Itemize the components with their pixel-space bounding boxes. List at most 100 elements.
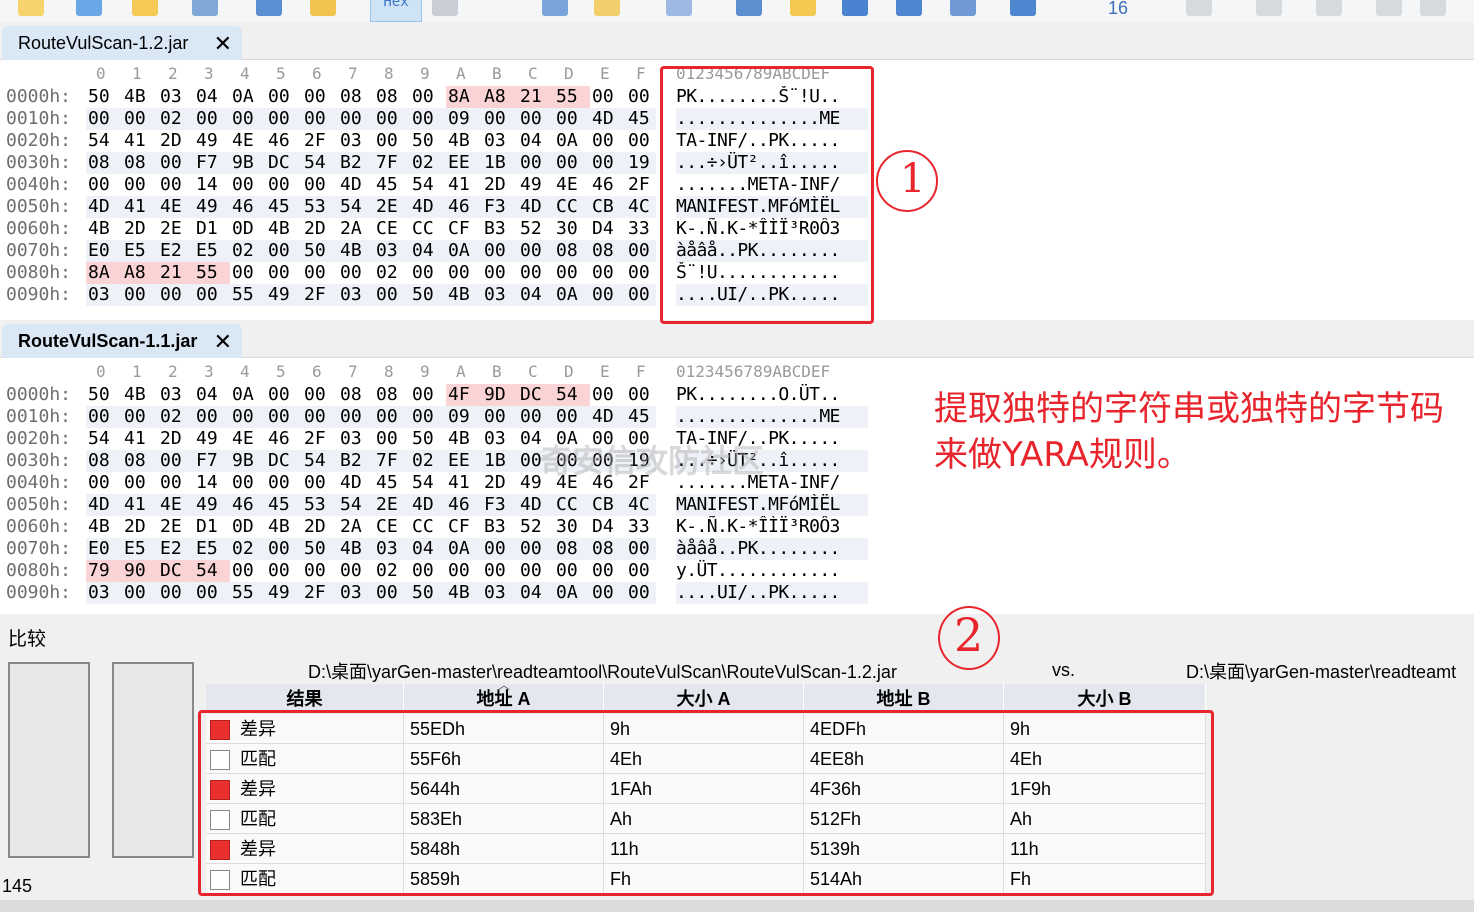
hex-byte[interactable]: 00 — [518, 560, 554, 582]
search-icon[interactable] — [18, 0, 44, 16]
hex-byte[interactable]: DC — [266, 152, 302, 174]
column-header-address-b[interactable]: 地址 B — [804, 684, 1004, 712]
toolbar-icon-c[interactable] — [1316, 0, 1342, 16]
hex-byte[interactable]: 00 — [266, 384, 302, 406]
hex-byte[interactable]: 04 — [410, 538, 446, 560]
hex-byte[interactable]: 46 — [446, 494, 482, 516]
hex-byte[interactable]: 04 — [518, 130, 554, 152]
hex-row[interactable]: 0090h: 03 00 00 00 55 49 2F 03 00 50 4B 03 04 0A 00 00..… — [0, 582, 870, 604]
hex-byte[interactable]: 4B — [86, 218, 122, 240]
hex-byte[interactable]: 00 — [554, 262, 590, 284]
hex-byte[interactable]: 00 — [158, 450, 194, 472]
list-icon[interactable] — [542, 0, 568, 16]
hex-byte[interactable]: 46 — [230, 196, 266, 218]
hex-byte[interactable]: DC — [158, 560, 194, 582]
hex-byte[interactable]: 4B — [446, 284, 482, 306]
hex-byte[interactable]: CC — [554, 494, 590, 516]
hex-byte[interactable]: 45 — [266, 494, 302, 516]
hex-byte[interactable]: 03 — [374, 240, 410, 262]
hex-byte[interactable]: 45 — [266, 196, 302, 218]
hex-byte[interactable]: CC — [410, 218, 446, 240]
hex-byte[interactable]: 8A — [446, 86, 482, 108]
hex-byte[interactable]: 54 — [410, 174, 446, 196]
hex-byte[interactable]: 03 — [482, 428, 518, 450]
hex-byte[interactable]: 4D — [410, 196, 446, 218]
hex-byte[interactable]: 90 — [122, 560, 158, 582]
hex-byte[interactable]: 41 — [446, 174, 482, 196]
hex-byte[interactable]: 00 — [590, 152, 626, 174]
toolbar-icon-b[interactable] — [1256, 0, 1282, 16]
ascii-text[interactable]: y.ÜT............ — [676, 560, 868, 582]
hex-byte[interactable]: 49 — [194, 130, 230, 152]
hex-byte[interactable]: 00 — [194, 582, 230, 604]
hex-byte[interactable]: 08 — [590, 240, 626, 262]
hex-byte[interactable]: 45 — [626, 108, 662, 130]
hex-byte[interactable]: 4E — [158, 494, 194, 516]
hex-byte[interactable]: 00 — [482, 240, 518, 262]
hex-byte[interactable]: 00 — [626, 582, 662, 604]
ascii-text[interactable]: K-.Ñ.K-*ÎÌÏ³R0Ô3 — [676, 516, 868, 538]
hex-byte[interactable]: 00 — [626, 538, 662, 560]
hex-byte[interactable]: 00 — [194, 406, 230, 428]
hex-byte[interactable]: 00 — [482, 406, 518, 428]
hex-byte[interactable]: 00 — [230, 560, 266, 582]
hex-byte[interactable]: 00 — [518, 262, 554, 284]
hex-byte[interactable]: 00 — [482, 108, 518, 130]
hex-byte[interactable]: 9D — [482, 384, 518, 406]
hex-byte[interactable]: 2F — [302, 284, 338, 306]
hex-byte[interactable]: 00 — [158, 152, 194, 174]
folder-icon[interactable] — [790, 0, 816, 16]
hex-byte[interactable]: EE — [446, 450, 482, 472]
hex-byte[interactable]: 19 — [626, 152, 662, 174]
hex-byte[interactable]: 00 — [302, 472, 338, 494]
hex-byte[interactable]: 41 — [122, 428, 158, 450]
hex-row[interactable]: 0050h: 4D 41 4E 49 46 45 53 54 2E 4D 46 F3 4D CC CB 4C MA… — [0, 494, 870, 516]
hex-byte[interactable]: 00 — [410, 406, 446, 428]
hex-byte[interactable]: 2D — [482, 174, 518, 196]
hex-byte[interactable]: 00 — [230, 406, 266, 428]
hex-byte[interactable]: 50 — [86, 384, 122, 406]
hex-byte[interactable]: 00 — [482, 538, 518, 560]
hex-byte[interactable]: 00 — [374, 406, 410, 428]
hex-byte[interactable]: 4D — [86, 494, 122, 516]
hex-byte[interactable]: 00 — [86, 108, 122, 130]
hex-byte[interactable]: 00 — [230, 108, 266, 130]
hex-byte[interactable]: 33 — [626, 218, 662, 240]
hex-byte[interactable]: 33 — [626, 516, 662, 538]
hex-byte[interactable]: 00 — [266, 240, 302, 262]
hex-byte[interactable]: 03 — [482, 284, 518, 306]
hex-byte[interactable]: 00 — [338, 560, 374, 582]
hex-byte[interactable]: 00 — [374, 284, 410, 306]
hex-byte[interactable]: 08 — [590, 538, 626, 560]
hex-byte[interactable]: 0D — [230, 218, 266, 240]
hex-byte[interactable]: 2F — [302, 582, 338, 604]
toolbar-icon-e[interactable] — [1420, 0, 1446, 16]
hex-byte[interactable]: 02 — [410, 450, 446, 472]
ascii-text[interactable]: àåâå..PK........ — [676, 538, 868, 560]
hex-byte[interactable]: 00 — [590, 262, 626, 284]
hex-byte[interactable]: 00 — [122, 174, 158, 196]
hex-byte[interactable]: E0 — [86, 240, 122, 262]
hex-byte[interactable]: CC — [410, 516, 446, 538]
hex-byte[interactable]: 00 — [626, 86, 662, 108]
hex-byte[interactable]: 50 — [410, 428, 446, 450]
hex-byte[interactable]: 4B — [122, 86, 158, 108]
hex-byte[interactable]: 49 — [266, 582, 302, 604]
column-header-size-b[interactable]: 大小 B — [1004, 684, 1206, 712]
hex-byte[interactable]: 03 — [86, 284, 122, 306]
hex-byte[interactable]: 46 — [446, 196, 482, 218]
hex-byte[interactable]: 00 — [410, 86, 446, 108]
hex-byte[interactable]: 00 — [302, 86, 338, 108]
hex-byte[interactable]: 04 — [194, 86, 230, 108]
hex-byte[interactable]: 00 — [86, 472, 122, 494]
hex-byte[interactable]: 52 — [518, 516, 554, 538]
hex-byte[interactable]: 00 — [86, 406, 122, 428]
diff-overview-a[interactable] — [8, 662, 90, 858]
hex-byte[interactable]: 4B — [446, 130, 482, 152]
hex-byte[interactable]: 4D — [86, 196, 122, 218]
hex-byte[interactable]: 2F — [302, 130, 338, 152]
hex-byte[interactable]: 4B — [446, 428, 482, 450]
hex-byte[interactable]: CE — [374, 516, 410, 538]
hex-byte[interactable]: 2A — [338, 218, 374, 240]
tab-routevulscan-1-1[interactable]: RouteVulScan-1.1.jar ✕ — [2, 324, 242, 358]
